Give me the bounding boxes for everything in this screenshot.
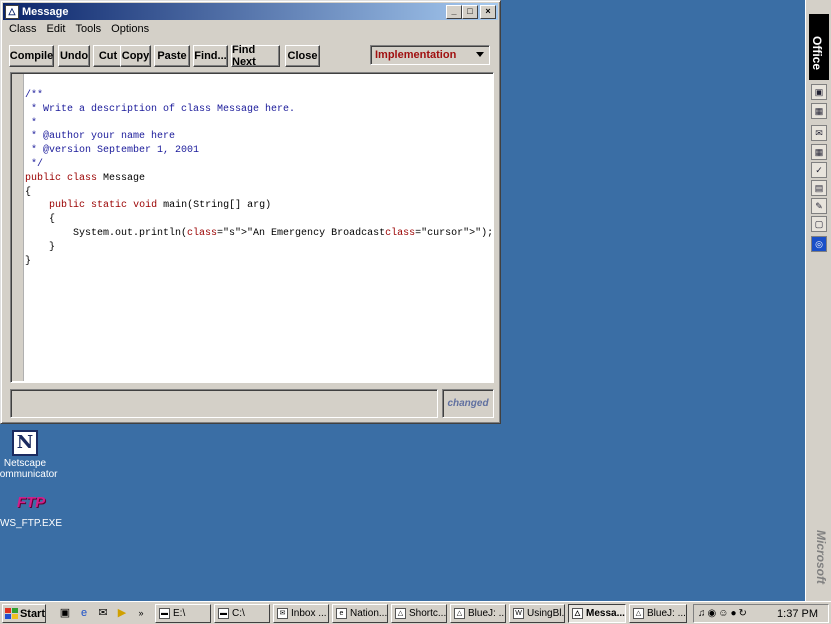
taskbar-item-c-drive[interactable]: ▬ C:\	[214, 604, 270, 623]
ftp-icon: FTP	[16, 494, 46, 511]
show-desktop-icon[interactable]: ▣	[58, 606, 72, 620]
view-select[interactable]: Implementation	[370, 45, 490, 65]
code-editor[interactable]: /** * Write a description of class Messa…	[10, 72, 494, 383]
note-icon[interactable]: ▢	[811, 216, 827, 232]
undo-button[interactable]: Undo	[58, 45, 90, 67]
compile-button[interactable]: Compile	[9, 45, 54, 67]
contact-icon[interactable]: ▤	[811, 180, 827, 196]
code-line: * @version September 1, 2001	[25, 145, 200, 157]
bluej-icon: △	[633, 608, 644, 619]
menu-tools[interactable]: Tools	[70, 21, 106, 39]
menu-options[interactable]: Options	[106, 21, 154, 39]
desktop-icon-wsftp[interactable]: FTP WS_FTP.EXE	[0, 490, 66, 529]
new-document-icon[interactable]: ▣	[811, 84, 827, 100]
code-line: public class Message	[25, 172, 146, 184]
find-button[interactable]: Find...	[193, 45, 228, 67]
taskbar-item-usingbluej[interactable]: WUsingBl...	[509, 604, 565, 623]
code-line: public static void main(String[] arg)	[49, 200, 272, 212]
office-logo[interactable]: Office	[809, 14, 829, 80]
view-select-value: Implementation	[375, 49, 457, 61]
taskbar-item-message[interactable]: △ Messa...	[568, 604, 626, 623]
media-player-icon[interactable]: ▶	[115, 606, 129, 620]
task-icon[interactable]: ✓	[811, 162, 827, 178]
code-line: }	[25, 255, 32, 267]
internet-explorer-icon[interactable]: e	[77, 606, 91, 620]
users-icon[interactable]: ☺	[718, 608, 728, 619]
code-text[interactable]: /** * Write a description of class Messa…	[25, 89, 494, 268]
desktop-icon-label: Netscape	[3, 458, 47, 469]
maximize-button[interactable]: □	[462, 4, 478, 19]
taskbar-item-e-drive[interactable]: ▬ E:\	[155, 604, 211, 623]
word-icon: W	[513, 608, 524, 619]
chevron-down-icon	[476, 52, 484, 57]
code-line: {	[25, 214, 56, 226]
title-bar[interactable]: △ Message _ □ ×	[3, 3, 498, 20]
code-line: */	[25, 158, 44, 170]
mail-icon[interactable]: ✉	[811, 125, 827, 141]
bluej-icon: △	[395, 608, 406, 619]
menu-edit[interactable]: Edit	[42, 21, 71, 39]
system-tray: ♫ ◉ ☺ ● ↻ 1:37 PM	[693, 604, 829, 623]
desktop-icon-label: Communicator	[0, 469, 58, 480]
more-chevron-icon[interactable]: »	[134, 606, 148, 620]
bluej-editor-window: △ Message _ □ × Class Edit Tools Options…	[0, 0, 501, 424]
minimize-button[interactable]: _	[446, 4, 462, 19]
code-line: *	[25, 117, 38, 129]
netscape-icon: N	[12, 430, 38, 456]
bluej-icon: △	[572, 608, 583, 619]
editor-gutter	[12, 74, 24, 381]
cut-button[interactable]: Cut	[93, 45, 123, 67]
journal-icon[interactable]: ✎	[811, 198, 827, 214]
bluej-icon: △	[454, 608, 465, 619]
start-button[interactable]: Start	[2, 604, 46, 623]
status-message-area	[10, 389, 438, 418]
desktop-icon-label: WS_FTP.EXE	[0, 518, 63, 529]
clock: 1:37 PM	[777, 608, 818, 620]
menu-bar: Class Edit Tools Options	[4, 21, 154, 39]
bluej-app-icon: △	[5, 4, 19, 19]
volume-icon[interactable]: ♫	[698, 608, 706, 619]
windows-flag-icon	[5, 608, 18, 619]
inbox-icon: ✉	[277, 608, 288, 619]
desktop-icon-netscape[interactable]: N Netscape Communicator	[0, 430, 60, 480]
window-title: Message	[22, 5, 69, 18]
outlook-express-icon[interactable]: ✉	[96, 606, 110, 620]
messenger-icon[interactable]: ●	[730, 608, 736, 619]
code-line: * @author your name here	[25, 131, 176, 143]
code-line: }	[25, 241, 56, 253]
office-help-icon[interactable]: ◎	[811, 236, 827, 252]
sync-icon[interactable]: ↻	[739, 608, 747, 619]
taskbar-item-bluej-1[interactable]: △ BlueJ: ...	[450, 604, 506, 623]
open-document-icon[interactable]: ▦	[811, 103, 827, 119]
copy-button[interactable]: Copy	[120, 45, 151, 67]
start-label: Start	[19, 607, 45, 620]
code-line: * Write a description of class Message h…	[25, 103, 296, 115]
taskbar-item-nation[interactable]: e Nation...	[332, 604, 388, 623]
close-window-button[interactable]: ×	[480, 4, 496, 19]
find-next-button[interactable]: Find Next	[231, 44, 280, 68]
office-shortcut-bar: Office ▣ ▦ ✉ ▦ ✓ ▤ ✎ ▢ ◎ Microsoft	[805, 0, 831, 601]
taskbar: Start ▣ e ✉ ▶ » ▬ E:\ ▬ C:\ ✉ Inbox ... e Na…	[0, 601, 831, 624]
network-icon[interactable]: ◉	[708, 608, 717, 619]
code-line: {	[25, 186, 32, 198]
taskbar-item-inbox[interactable]: ✉ Inbox ...	[273, 604, 329, 623]
changed-indicator: changed	[442, 389, 494, 418]
code-line: /**	[25, 90, 44, 101]
drive-icon: ▬	[159, 608, 170, 619]
close-button[interactable]: Close	[285, 45, 320, 67]
menu-class[interactable]: Class	[4, 21, 42, 39]
taskbar-item-shortcut[interactable]: △ Shortc...	[391, 604, 447, 623]
browser-icon: e	[336, 608, 347, 619]
drive-icon: ▬	[218, 608, 229, 619]
calendar-icon[interactable]: ▦	[811, 144, 827, 160]
paste-button[interactable]: Paste	[154, 45, 190, 67]
microsoft-brand: Microsoft	[814, 530, 828, 584]
code-line: System.out.println(class="s">"An Emergen…	[25, 227, 494, 239]
taskbar-item-bluej-2[interactable]: △ BlueJ: ...	[629, 604, 687, 623]
